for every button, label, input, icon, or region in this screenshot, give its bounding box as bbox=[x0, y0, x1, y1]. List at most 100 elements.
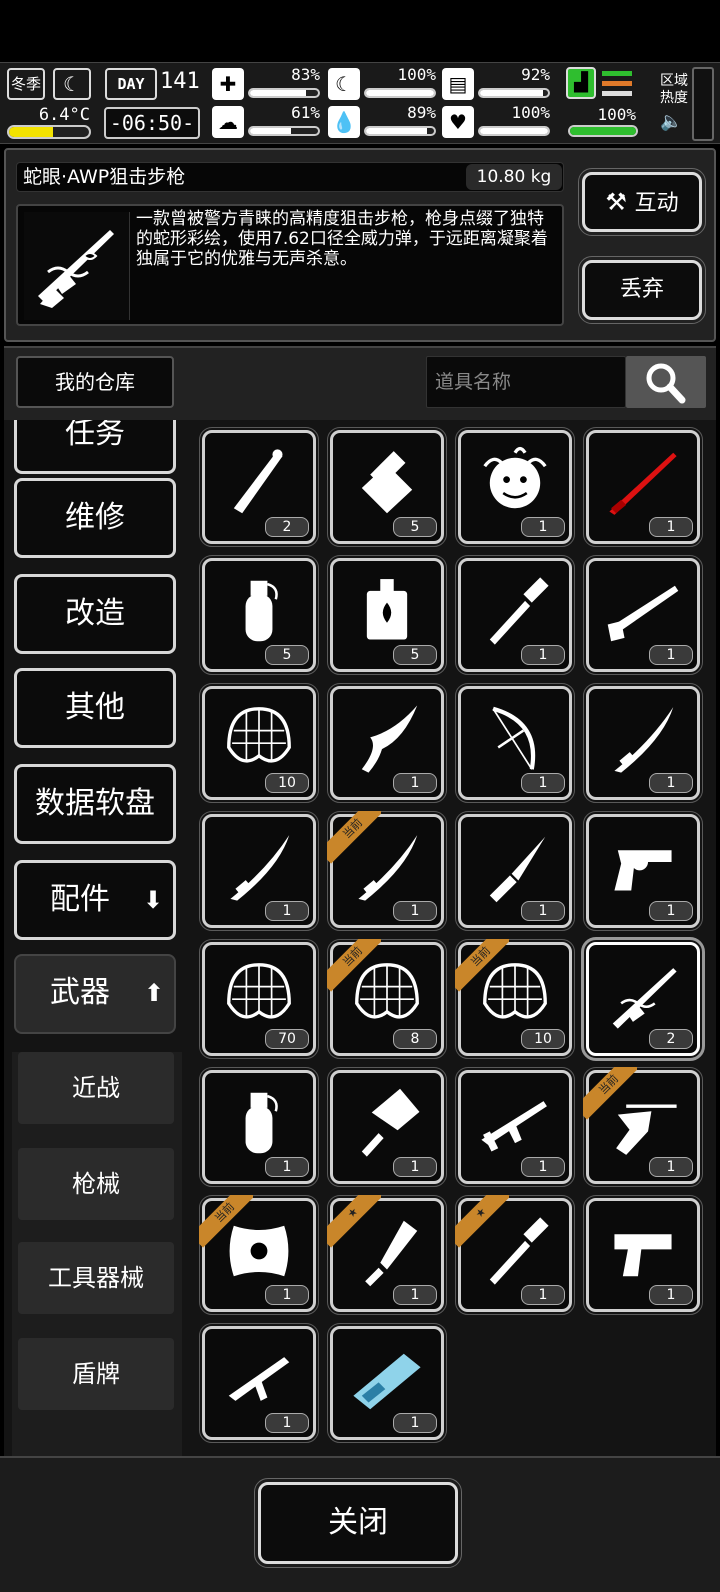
inventory-slot[interactable]: 1 bbox=[583, 555, 703, 675]
star-icon: ★ bbox=[327, 1195, 381, 1248]
inventory-slot[interactable]: 当前 8 bbox=[327, 939, 447, 1059]
subcategory-3[interactable]: 盾牌 bbox=[18, 1338, 174, 1410]
interact-button[interactable]: ⚒ 互动 bbox=[578, 168, 706, 236]
close-button[interactable]: 关闭 bbox=[254, 1478, 462, 1568]
inventory-slot[interactable]: 5 bbox=[327, 555, 447, 675]
stat-value: 61% bbox=[291, 103, 320, 122]
item-count: 1 bbox=[649, 517, 693, 537]
inventory-slot[interactable]: 1 bbox=[327, 1323, 447, 1443]
category-tab-1[interactable]: 维修 bbox=[14, 478, 176, 558]
inventory-slot[interactable]: ★ 1 bbox=[455, 1195, 575, 1315]
category-label: 改造 bbox=[65, 596, 125, 631]
hunger-icon: ☾ bbox=[328, 68, 360, 100]
bottle-icon bbox=[361, 451, 413, 514]
footer: 关闭 bbox=[0, 1456, 720, 1592]
inventory-slot[interactable]: 当前 1 bbox=[199, 1195, 319, 1315]
medusa-icon bbox=[483, 446, 547, 509]
category-tab-2[interactable]: 改造 bbox=[14, 574, 176, 654]
inventory-slot[interactable]: 1 bbox=[583, 683, 703, 803]
item-count: 1 bbox=[393, 773, 437, 793]
day-number: 141 bbox=[160, 69, 200, 94]
category-tab-4[interactable]: 数据软盘 bbox=[14, 764, 176, 844]
side-panel-toggle[interactable] bbox=[692, 67, 714, 141]
warehouse-title[interactable]: 我的仓库 bbox=[16, 356, 174, 408]
inventory-slot[interactable]: 1 bbox=[199, 1067, 319, 1187]
speaker-icon[interactable]: 🔈 bbox=[660, 111, 682, 132]
category-tab-6[interactable]: 武器 ⬆ bbox=[14, 954, 176, 1034]
interact-label: 互动 bbox=[634, 191, 679, 216]
inventory-slot[interactable]: 70 bbox=[199, 939, 319, 1059]
category-tab-3[interactable]: 其他 bbox=[14, 668, 176, 748]
inventory-slot[interactable]: 当前 1 bbox=[327, 811, 447, 931]
subcategory-2[interactable]: 工具器械 bbox=[18, 1242, 174, 1314]
inventory-slot[interactable]: 1 bbox=[583, 1195, 703, 1315]
category-tab-5[interactable]: 配件 ⬇ bbox=[14, 860, 176, 940]
item-count: 1 bbox=[521, 1285, 565, 1305]
moon-icon: ☾ bbox=[53, 68, 91, 100]
item-count: 5 bbox=[393, 517, 437, 537]
hammer-icon: ⚒ bbox=[605, 188, 635, 216]
inventory-slot[interactable]: ★ 1 bbox=[327, 1195, 447, 1315]
arrow-down-icon: ⬇ bbox=[142, 886, 163, 914]
inventory-slot[interactable]: 1 bbox=[455, 555, 575, 675]
fire-bomb-icon bbox=[366, 579, 408, 640]
stat-value: 89% bbox=[407, 103, 436, 122]
katana-icon bbox=[614, 707, 674, 773]
subcategory-1[interactable]: 枪械 bbox=[18, 1148, 174, 1220]
item-weight: 10.80 kg bbox=[466, 164, 562, 190]
inventory-slot[interactable]: 1 bbox=[455, 427, 575, 547]
search-input[interactable]: 道具名称 bbox=[426, 356, 626, 408]
inventory-slot[interactable]: 10 bbox=[199, 683, 319, 803]
inventory-slot[interactable]: 1 bbox=[583, 811, 703, 931]
item-count: 5 bbox=[265, 645, 309, 665]
inventory-slot[interactable]: 1 bbox=[455, 1067, 575, 1187]
stat-bar bbox=[248, 126, 320, 136]
inventory-slot[interactable]: 1 bbox=[455, 683, 575, 803]
inventory-slot[interactable]: 2 bbox=[581, 937, 705, 1061]
item-count: 5 bbox=[393, 645, 437, 665]
temperature-text: 6.4°C bbox=[38, 105, 90, 125]
knife-icon bbox=[489, 836, 546, 903]
stat-mood: ☁ 61% bbox=[212, 103, 320, 141]
stat-heart: ♥ 100% bbox=[442, 103, 550, 141]
inventory-slot[interactable]: 2 bbox=[199, 427, 319, 547]
item-count: 1 bbox=[265, 1285, 309, 1305]
category-tab-0[interactable]: 任务 bbox=[14, 420, 176, 474]
item-count: 1 bbox=[649, 1285, 693, 1305]
search-button[interactable] bbox=[626, 356, 706, 408]
stat-value: 83% bbox=[291, 65, 320, 84]
energy-icon: ▤ bbox=[442, 68, 474, 100]
inventory-slot[interactable]: 1 bbox=[455, 811, 575, 931]
category-label: 配件 bbox=[50, 882, 110, 917]
stat-bar bbox=[478, 126, 550, 136]
item-count: 1 bbox=[649, 773, 693, 793]
stat-energy: ▤ 92% bbox=[442, 65, 550, 103]
category-sidebar: 任务 维修改造其他数据软盘配件 ⬇ 武器 ⬆ 近战枪械工具器械盾牌 bbox=[4, 420, 188, 1456]
star-tag: ★ bbox=[327, 1195, 381, 1249]
season-badge: 冬季 bbox=[7, 68, 45, 100]
inventory-slot[interactable]: 当前 10 bbox=[455, 939, 575, 1059]
mood-icon: ☁ bbox=[212, 106, 244, 138]
subcategory-0[interactable]: 近战 bbox=[18, 1052, 174, 1124]
inventory-slot[interactable]: 5 bbox=[327, 427, 447, 547]
item-count: 10 bbox=[521, 1029, 565, 1049]
current-tag: 当前 bbox=[327, 939, 381, 993]
item-count: 1 bbox=[265, 901, 309, 921]
inventory-slot[interactable]: 1 bbox=[327, 1067, 447, 1187]
item-description: 一款曾被警方青睐的高精度狙击步枪，枪身点缀了独特的蛇形彩绘，使用7.62口径全威… bbox=[136, 209, 548, 269]
inventory-slot[interactable]: 5 bbox=[199, 555, 319, 675]
inventory-slot[interactable]: 1 bbox=[199, 1323, 319, 1443]
stamina-indicator: ▟ bbox=[566, 67, 632, 101]
item-count: 1 bbox=[521, 901, 565, 921]
inventory-slot[interactable]: 当前 1 bbox=[583, 1067, 703, 1187]
inventory-slot[interactable]: 1 bbox=[583, 427, 703, 547]
item-count: 1 bbox=[521, 773, 565, 793]
stat-bar bbox=[478, 88, 550, 98]
inventory-slot[interactable]: 1 bbox=[199, 811, 319, 931]
item-count: 1 bbox=[521, 645, 565, 665]
plasma-gun-icon bbox=[353, 1353, 421, 1410]
stat-medkit: ✚ 83% bbox=[212, 65, 320, 103]
item-count: 10 bbox=[265, 773, 309, 793]
discard-button[interactable]: 丢弃 bbox=[578, 256, 706, 324]
inventory-slot[interactable]: 1 bbox=[327, 683, 447, 803]
